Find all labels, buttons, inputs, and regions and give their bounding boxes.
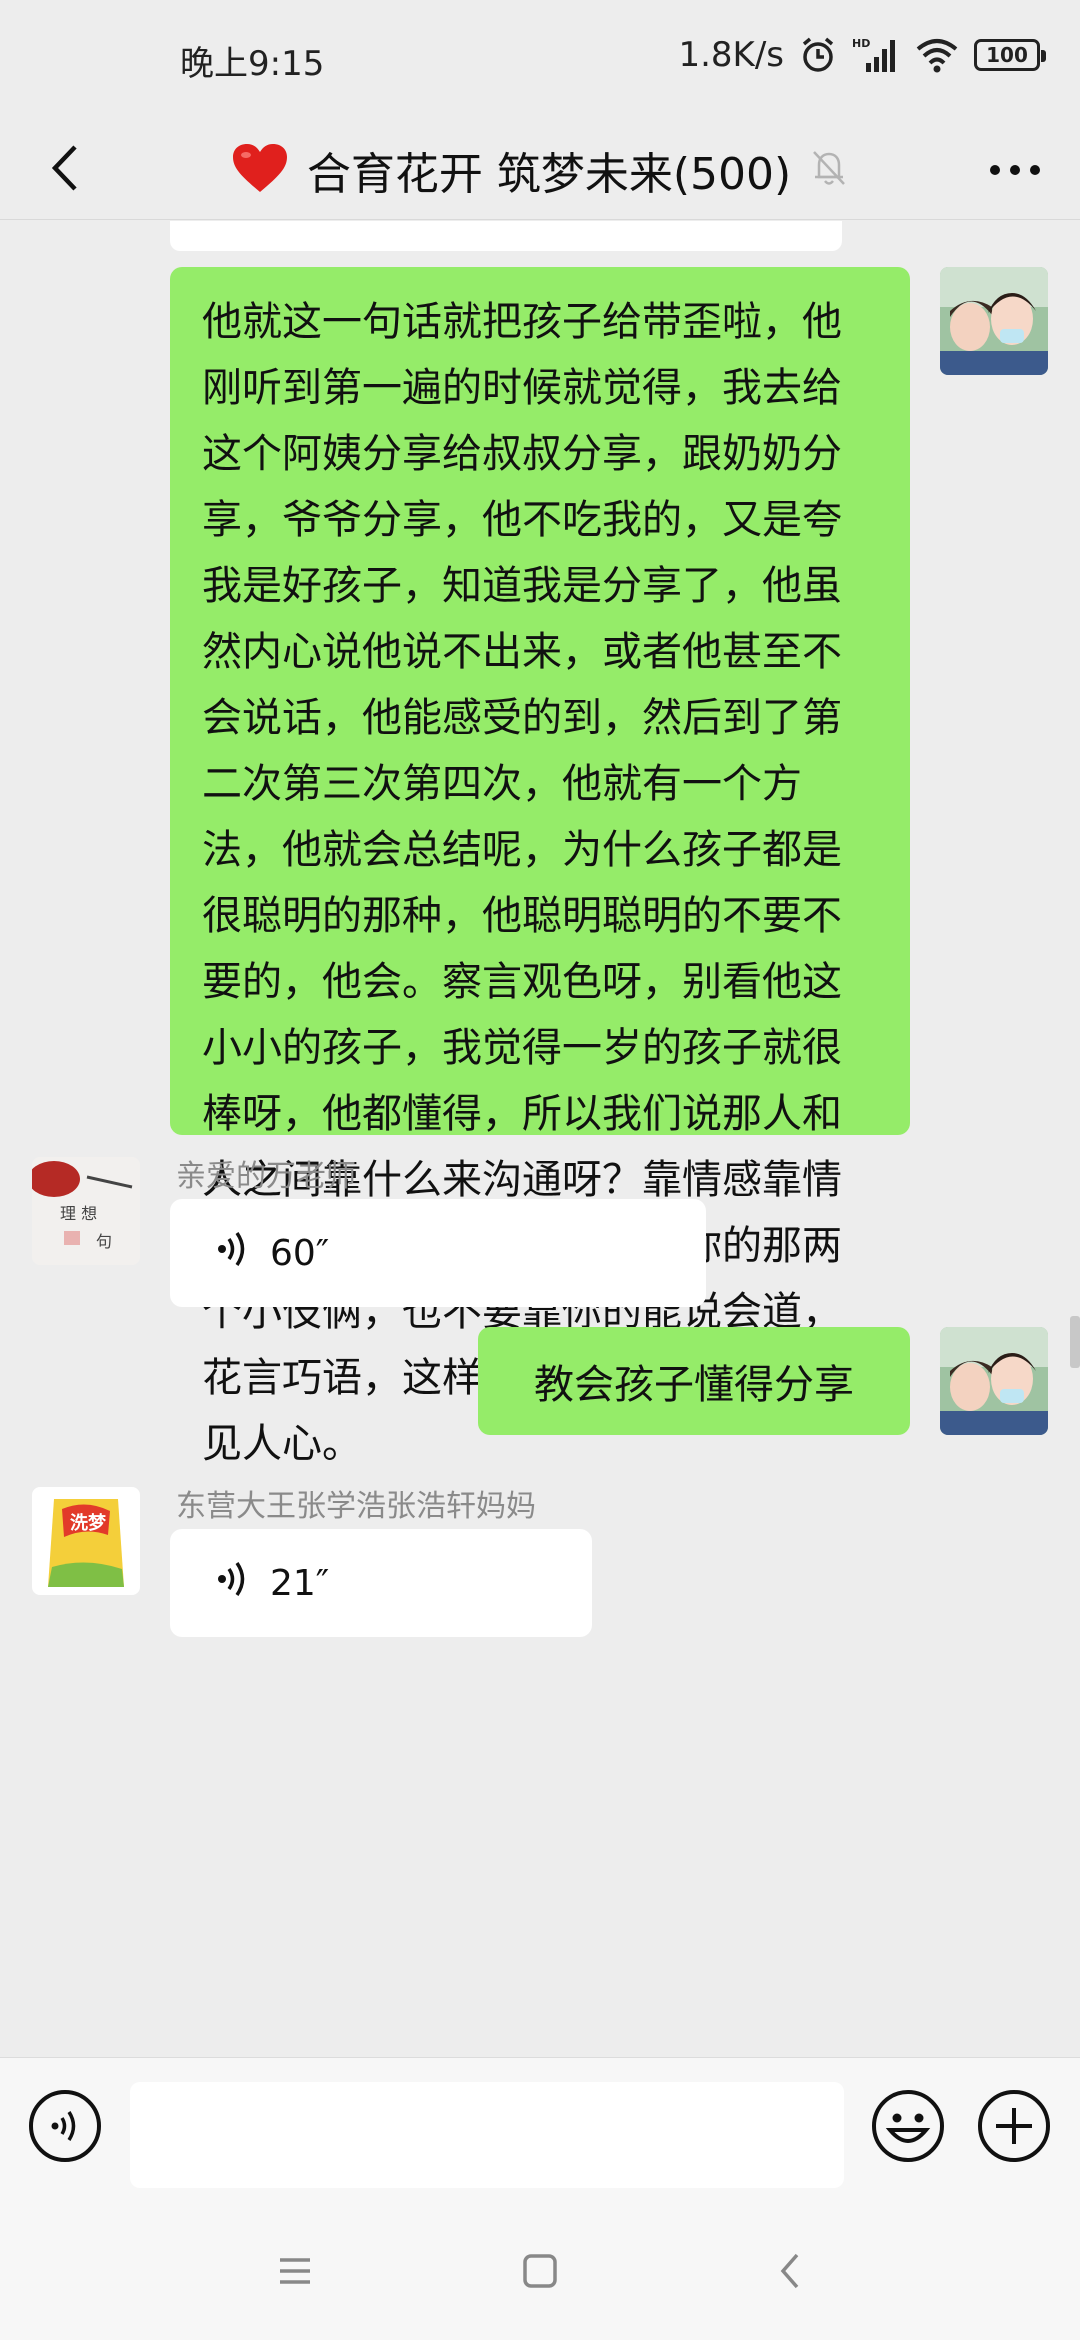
menu-icon (277, 2256, 313, 2290)
hd-signal-icon: HD (852, 35, 900, 75)
home-button[interactable] (510, 2243, 570, 2303)
alarm-icon (798, 35, 838, 75)
back-icon (775, 2251, 805, 2295)
voice-message-bubble[interactable]: 21″ (170, 1529, 592, 1637)
nav-back-button[interactable] (760, 2243, 820, 2303)
message-bubble-self[interactable]: 他就这一句话就把孩子给带歪啦，他刚听到第一遍的时候就觉得，我去给这个阿姨分享给叔… (170, 267, 910, 1467)
chat-title-group: 合育花开 筑梦未来(500) (0, 120, 1080, 220)
message-input[interactable] (130, 2082, 844, 2188)
input-bar (0, 2057, 1080, 2207)
voice-message-content: 21″ (216, 1529, 329, 1637)
emoji-icon (870, 2088, 946, 2168)
system-nav-bar (0, 2207, 1080, 2340)
voice-duration: 60″ (270, 1232, 330, 1274)
chat-title: 合育花开 筑梦未来(500) (306, 149, 792, 200)
status-bar: 晚上9:15 1.8K/s HD 100 (0, 0, 1080, 120)
my-avatar[interactable] (940, 267, 1048, 375)
status-indicators: 1.8K/s HD 100 (678, 30, 1046, 80)
previous-message-bubble[interactable] (170, 221, 842, 251)
voice-duration: 21″ (270, 1562, 330, 1604)
message-text: 教会孩子懂得分享 (534, 1362, 854, 1408)
wifi-icon (914, 35, 960, 75)
emoji-button[interactable] (870, 2090, 946, 2166)
voice-wave-icon (216, 1559, 252, 1608)
scrollbar-thumb[interactable] (1070, 1316, 1080, 1368)
svg-text:句: 句 (96, 1232, 112, 1251)
message-bubble-self[interactable]: 教会孩子懂得分享 (478, 1327, 910, 1435)
voice-mode-icon (27, 2088, 103, 2168)
sender-avatar[interactable]: 洗梦 (32, 1487, 140, 1595)
more-button[interactable] (980, 135, 1050, 205)
voice-message-bubble[interactable]: 60″ (170, 1199, 706, 1307)
plus-icon (976, 2088, 1052, 2168)
mute-bell-icon (809, 147, 849, 193)
sender-name: 东营大王张学浩张浩轩妈妈 (176, 1489, 536, 1524)
voice-wave-icon (216, 1229, 252, 1278)
sender-avatar[interactable]: 理 想 句 (32, 1157, 140, 1265)
more-dots-icon (989, 161, 1041, 180)
my-avatar[interactable] (940, 1327, 1048, 1435)
status-time: 晚上9:15 (180, 44, 325, 84)
net-speed: 1.8K/s (678, 35, 784, 75)
heart-emoji-icon (231, 142, 289, 198)
battery-icon: 100 (974, 39, 1046, 71)
more-functions-button[interactable] (976, 2090, 1052, 2166)
sender-name: 亲爱的万老师 (176, 1159, 356, 1194)
svg-text:理 想: 理 想 (60, 1204, 97, 1223)
voice-message-content: 60″ (216, 1199, 329, 1307)
chat-header: 合育花开 筑梦未来(500) (0, 120, 1080, 220)
menu-button[interactable] (265, 2243, 325, 2303)
home-icon (522, 2253, 558, 2293)
message-list[interactable]: 他就这一句话就把孩子给带歪啦，他刚听到第一遍的时候就觉得，我去给这个阿姨分享给叔… (0, 221, 1080, 2057)
svg-text:HD: HD (852, 37, 870, 50)
svg-text:洗梦: 洗梦 (70, 1512, 107, 1534)
voice-mode-button[interactable] (27, 2090, 103, 2166)
